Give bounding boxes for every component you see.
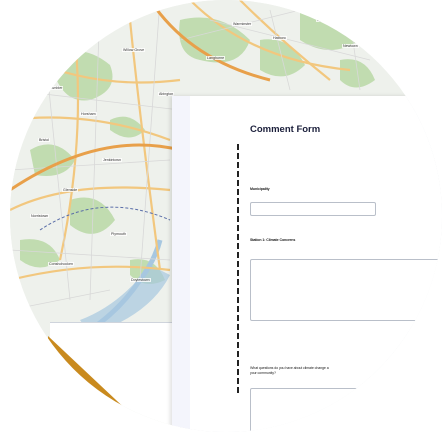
gold-decorative-wedges xyxy=(48,336,442,432)
circular-image-crop: Willow Grove Warminster Abington Horsham… xyxy=(10,0,442,432)
